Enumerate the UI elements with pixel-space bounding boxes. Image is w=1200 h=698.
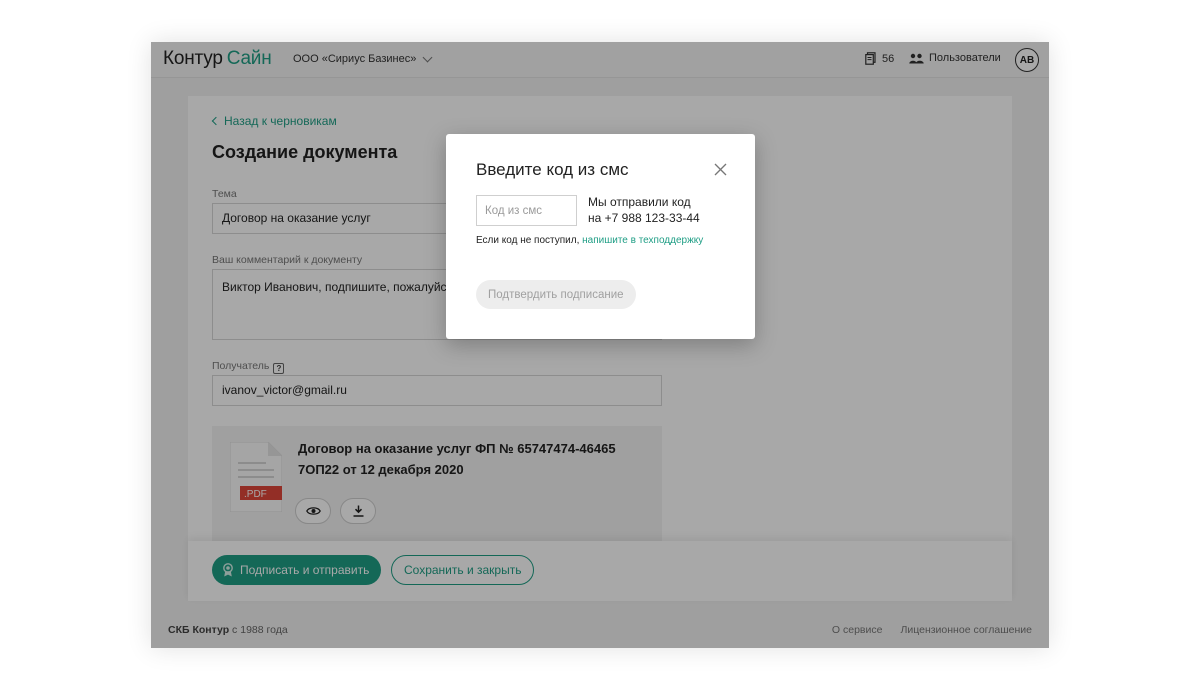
no-code-text: Если код не поступил, <box>476 235 583 246</box>
no-code-hint: Если код не поступил, напишите в техподд… <box>476 235 703 246</box>
code-sent-line2: на +7 988 123-33-44 <box>588 211 700 225</box>
modal-backdrop[interactable] <box>151 42 1049 648</box>
code-sent-line1: Мы отправили код <box>588 195 691 209</box>
sms-code-input[interactable] <box>476 195 577 226</box>
code-sent-info: Мы отправили код на +7 988 123-33-44 <box>588 194 700 226</box>
confirm-signing-button[interactable]: Подтвердить подписание <box>476 280 636 309</box>
support-link[interactable]: напишите в техподдержку <box>582 235 703 246</box>
app-window: Контур Сайн ООО «Сириус Базинес» 56 Польз… <box>151 42 1049 648</box>
sms-code-modal: Введите код из смс Мы отправили код на +… <box>446 134 755 339</box>
close-icon[interactable] <box>714 163 727 176</box>
modal-title: Введите код из смс <box>476 160 629 179</box>
